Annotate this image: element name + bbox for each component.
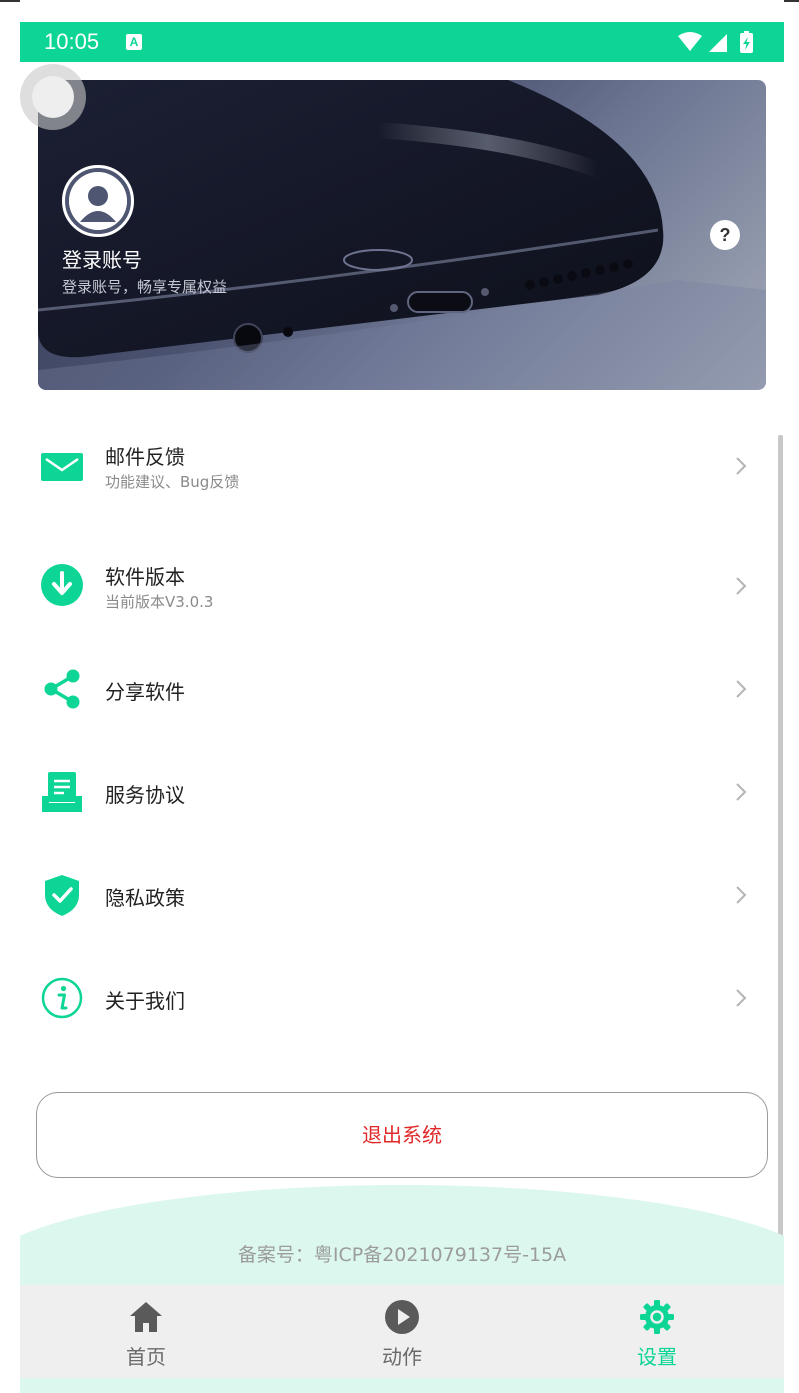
- chevron-right-icon: [736, 680, 747, 698]
- menu-item-title: 隐私政策: [105, 886, 185, 910]
- tab-actions[interactable]: 动作: [282, 1285, 522, 1378]
- menu-item-title: 服务协议: [105, 783, 185, 807]
- share-icon: [44, 669, 80, 709]
- tab-label: 首页: [126, 1345, 166, 1369]
- menu-item-share-software[interactable]: 分享软件: [20, 645, 776, 745]
- chevron-right-icon: [736, 457, 747, 475]
- chevron-right-icon: [736, 886, 747, 904]
- settings-gear-icon: [640, 1300, 674, 1334]
- play-icon: [385, 1300, 419, 1334]
- accessibility-indicator-icon: A: [126, 34, 142, 50]
- battery-charging-icon: [740, 31, 753, 53]
- floating-assistive-button[interactable]: [20, 64, 86, 130]
- user-avatar-icon: [69, 172, 127, 230]
- menu-item-subtitle: 当前版本V3.0.3: [105, 593, 214, 611]
- menu-item-email-feedback[interactable]: 邮件反馈 功能建议、Bug反馈: [20, 405, 776, 505]
- menu-item-privacy-policy[interactable]: 隐私政策: [20, 851, 776, 951]
- signal-icon: [709, 34, 727, 52]
- login-subtitle: 登录账号，畅享专属权益: [62, 278, 228, 296]
- tab-home[interactable]: 首页: [26, 1285, 266, 1378]
- app-screen: 10:05 A 登录账号 登录账号，畅享专属权益 ? 邮件反馈 功能建议、Bug…: [20, 0, 784, 1393]
- menu-item-about-us[interactable]: 关于我们: [20, 954, 776, 1054]
- menu-item-title: 关于我们: [105, 989, 185, 1013]
- tab-label: 动作: [382, 1345, 422, 1369]
- bottom-navigation: 首页 动作 设置: [20, 1285, 784, 1378]
- menu-item-title: 分享软件: [105, 680, 185, 704]
- login-title[interactable]: 登录账号: [62, 244, 142, 273]
- chevron-right-icon: [736, 577, 747, 595]
- chevron-right-icon: [736, 783, 747, 801]
- wifi-icon: [678, 32, 702, 51]
- menu-item-title: 邮件反馈: [105, 445, 185, 469]
- status-bar: 10:05 A: [20, 22, 784, 62]
- info-icon: [41, 977, 83, 1019]
- tab-settings[interactable]: 设置: [537, 1285, 777, 1378]
- mail-icon: [41, 453, 83, 481]
- tab-label: 设置: [637, 1345, 677, 1369]
- agreement-icon: [42, 772, 82, 812]
- logout-button[interactable]: 退出系统: [36, 1092, 768, 1178]
- status-time: 10:05: [44, 29, 100, 54]
- help-icon[interactable]: ?: [710, 220, 740, 250]
- avatar[interactable]: [62, 165, 134, 237]
- chevron-right-icon: [736, 989, 747, 1007]
- download-icon: [41, 564, 83, 606]
- profile-banner[interactable]: 登录账号 登录账号，畅享专属权益 ?: [38, 80, 766, 390]
- shield-check-icon: [45, 875, 79, 916]
- scrollbar[interactable]: [778, 435, 783, 1285]
- floating-ball-core: [32, 76, 74, 118]
- home-icon: [130, 1302, 162, 1332]
- menu-item-subtitle: 功能建议、Bug反馈: [105, 473, 240, 491]
- menu-item-software-version[interactable]: 软件版本 当前版本V3.0.3: [20, 525, 776, 625]
- phone-background-image: [38, 80, 766, 390]
- system-icons: [678, 31, 753, 53]
- icp-record-text: 备案号：粤ICP备2021079137号-15A: [237, 1244, 567, 1266]
- menu-item-service-agreement[interactable]: 服务协议: [20, 748, 776, 848]
- menu-item-title: 软件版本: [105, 565, 185, 589]
